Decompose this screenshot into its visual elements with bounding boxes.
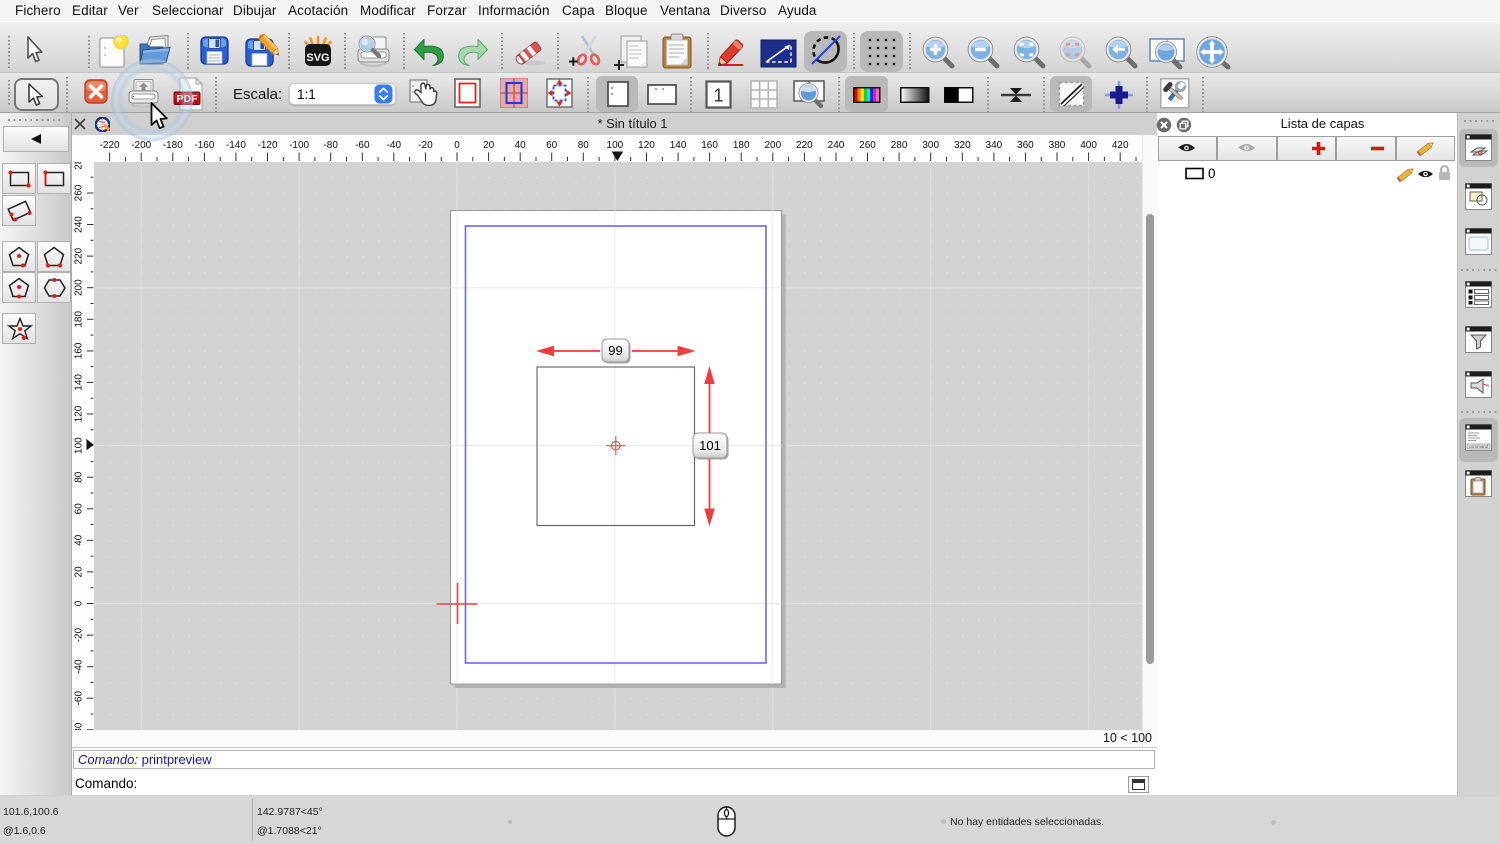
svg-text:180: 180 bbox=[74, 311, 85, 328]
svg-text:80: 80 bbox=[578, 140, 590, 151]
svg-text:340: 340 bbox=[986, 140, 1003, 151]
svg-text:40: 40 bbox=[74, 534, 85, 546]
svg-text:220: 220 bbox=[796, 140, 813, 151]
svg-text:-40: -40 bbox=[387, 140, 402, 151]
svg-text:320: 320 bbox=[954, 140, 971, 151]
svg-text:100: 100 bbox=[74, 437, 85, 454]
svg-text:160: 160 bbox=[701, 140, 718, 151]
svg-text:160: 160 bbox=[74, 342, 85, 359]
svg-text:260: 260 bbox=[859, 140, 876, 151]
svg-text:-80: -80 bbox=[74, 722, 85, 730]
svg-text:420: 420 bbox=[1112, 140, 1129, 151]
svg-text:command: command bbox=[1469, 444, 1489, 449]
svg-text:-140: -140 bbox=[226, 140, 246, 151]
svg-text:20: 20 bbox=[74, 566, 85, 578]
svg-text:40: 40 bbox=[515, 140, 527, 151]
svg-text:-20: -20 bbox=[74, 627, 85, 642]
svg-text:240: 240 bbox=[74, 216, 85, 233]
svg-text:-20: -20 bbox=[418, 140, 433, 151]
svg-text:400: 400 bbox=[1080, 140, 1097, 151]
svg-text:60: 60 bbox=[74, 503, 85, 515]
svg-text:180: 180 bbox=[733, 140, 750, 151]
svg-text:240: 240 bbox=[828, 140, 845, 151]
svg-text:0: 0 bbox=[454, 140, 460, 151]
svg-text:200: 200 bbox=[74, 279, 85, 296]
svg-text:-160: -160 bbox=[194, 140, 214, 151]
svg-text:260: 260 bbox=[74, 184, 85, 201]
svg-text:360: 360 bbox=[1017, 140, 1034, 151]
svg-text:280: 280 bbox=[891, 140, 908, 151]
svg-text:-40: -40 bbox=[74, 659, 85, 674]
svg-text:-220: -220 bbox=[100, 140, 120, 151]
svg-text:140: 140 bbox=[74, 374, 85, 391]
svg-text:220: 220 bbox=[74, 247, 85, 264]
svg-text:-200: -200 bbox=[131, 140, 151, 151]
svg-text:99: 99 bbox=[608, 343, 622, 358]
svg-text:120: 120 bbox=[74, 405, 85, 422]
svg-text:100: 100 bbox=[607, 140, 624, 151]
svg-text:-60: -60 bbox=[355, 140, 370, 151]
svg-text:-80: -80 bbox=[323, 140, 338, 151]
svg-text:-100: -100 bbox=[289, 140, 309, 151]
svg-text:0: 0 bbox=[74, 600, 85, 606]
svg-text:120: 120 bbox=[638, 140, 655, 151]
svg-text:280: 280 bbox=[74, 162, 85, 170]
svg-text:200: 200 bbox=[764, 140, 781, 151]
svg-text:101: 101 bbox=[699, 438, 721, 453]
svg-text:140: 140 bbox=[670, 140, 687, 151]
svg-text:-120: -120 bbox=[257, 140, 277, 151]
svg-text:300: 300 bbox=[922, 140, 939, 151]
svg-text:80: 80 bbox=[74, 471, 85, 483]
svg-text:-60: -60 bbox=[74, 691, 85, 706]
svg-text:60: 60 bbox=[546, 140, 558, 151]
svg-text:-180: -180 bbox=[163, 140, 183, 151]
svg-text:380: 380 bbox=[1049, 140, 1066, 151]
svg-text:20: 20 bbox=[483, 140, 495, 151]
